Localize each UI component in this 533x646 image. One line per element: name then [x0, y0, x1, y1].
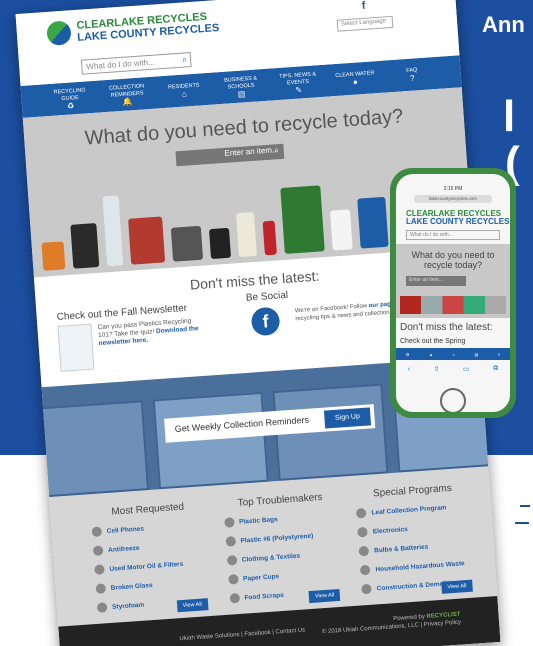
building-icon[interactable]: ▤: [475, 352, 479, 357]
troublemakers-list: Top Troublemakers Plastic Bags Plastic #…: [223, 491, 345, 615]
list-item[interactable]: Bulbs & Batteries: [358, 538, 474, 557]
tabs-icon[interactable]: ⧉: [493, 365, 498, 373]
leaf-icon: [356, 507, 367, 519]
special-programs-list: Special Programs Leaf Collection Program…: [355, 482, 477, 606]
nav-item-residents[interactable]: RESIDENTS ⌂: [162, 82, 207, 99]
search-icon[interactable]: ⌕: [182, 54, 188, 65]
clothing-icon: [226, 555, 238, 566]
phone-browser-toolbar: ‹ ⇧ ▭ ⧉: [396, 362, 510, 376]
troublemakers-title: Top Troublemakers: [237, 491, 323, 509]
construction-icon: [361, 583, 373, 595]
electronics-icon: [357, 526, 369, 538]
bell-icon[interactable]: ▲: [429, 352, 433, 357]
footer-powered: Powered by: [393, 614, 426, 623]
view-all-button[interactable]: View All: [308, 588, 341, 604]
site-logo[interactable]: CLEARLAKE RECYCLES LAKE COUNTY RECYCLES: [46, 10, 220, 46]
most-requested-list: Most Requested Cell Phones Antifreeze Us…: [90, 500, 212, 624]
list-item[interactable]: Antifreeze: [92, 538, 208, 557]
divider: [515, 522, 529, 524]
recycle-icon: ♻: [66, 100, 75, 111]
recycle-icon[interactable]: ♻: [406, 352, 410, 357]
list-item[interactable]: Used Motor Oil & Filters: [94, 557, 209, 575]
phone-mockup: 2:16 PM lakecountyrecycles.com CLEARLAKE…: [390, 168, 516, 418]
phone-hero: What do you need to recycle today? Enter…: [396, 244, 510, 318]
phone-url-bar[interactable]: lakecountyrecycles.com: [414, 195, 492, 203]
food-scraps-icon: [229, 592, 240, 604]
bookmarks-icon[interactable]: ▭: [463, 365, 470, 373]
nav-item-faq[interactable]: FAQ?: [390, 66, 435, 83]
battery-icon: [358, 545, 370, 557]
phone-home-button[interactable]: [440, 388, 466, 412]
list-item[interactable]: Household Hazardous Waste: [360, 557, 475, 576]
hazard-icon: [360, 564, 371, 576]
footer-links[interactable]: Ukiah Waste Solutions | Facebook | Conta…: [179, 627, 305, 642]
share-icon[interactable]: ⇧: [434, 365, 440, 373]
facebook-icon[interactable]: f: [250, 306, 281, 337]
view-all-button[interactable]: View All: [176, 598, 209, 613]
plastic-bag-icon: [223, 517, 235, 528]
lightbulb-icon: ✎: [294, 84, 303, 95]
nav-item-tips-news[interactable]: TIPS, NEWS & EVENTS ✎: [275, 71, 320, 95]
view-all-button[interactable]: View All: [440, 579, 473, 594]
polystyrene-icon: [225, 536, 236, 547]
list-item[interactable]: Plastic Bags: [223, 510, 339, 528]
right-header-text: Ann: [482, 12, 525, 37]
most-requested-title: Most Requested: [111, 501, 185, 518]
phone-item-input[interactable]: Enter an item...: [406, 276, 466, 286]
building-icon: ▤: [237, 88, 246, 99]
divider: [520, 505, 530, 507]
question-icon: ?: [409, 73, 415, 83]
search-input[interactable]: What do I do with... ⌕: [80, 52, 192, 75]
footer-copyright: © 2018 Ukiah Communications, LLC | Priva…: [321, 619, 462, 636]
newsletter-thumbnail[interactable]: [57, 323, 95, 372]
nav-item-clean-water[interactable]: CLEAN WATER ●: [333, 70, 378, 87]
back-icon[interactable]: ‹: [408, 366, 410, 373]
recyclist-logo[interactable]: RECYCLIST: [426, 612, 460, 620]
screenshot-stage: Ann l ( CLEARLAKE RECYCLES LAKE COUNTY R…: [0, 0, 533, 646]
list-item[interactable]: Plastic #6 (Polystyrene): [225, 529, 340, 547]
nav-item-collection-reminders[interactable]: COLLECTION REMINDERS 🔔: [104, 83, 149, 107]
list-item[interactable]: Paper Cups: [227, 567, 343, 585]
special-programs-title: Special Programs: [372, 482, 453, 500]
list-item[interactable]: Leaf Collection Program: [356, 501, 471, 519]
list-item[interactable]: Clothing & Textiles: [226, 548, 341, 566]
phone-site-logo[interactable]: CLEARLAKE RECYCLES LAKE COUNTY RECYCLES: [406, 210, 509, 226]
menu-icon[interactable]: ≡: [498, 352, 500, 357]
cell-phone-icon: [91, 526, 103, 538]
phone-hero-image: [400, 296, 506, 314]
antifreeze-icon: [92, 545, 104, 557]
list-item[interactable]: Cell Phones: [91, 519, 206, 538]
nav-item-business-schools[interactable]: BUSINESS & SCHOOLS ▤: [218, 75, 263, 99]
phone-hero-title: What do you need to recycle today?: [411, 250, 495, 270]
sign-up-button[interactable]: Sign Up: [323, 407, 372, 429]
phone-newsletter-title: Check out the Spring: [400, 338, 466, 345]
reminders-cta-text: Get Weekly Collection Reminders: [174, 414, 310, 435]
styrofoam-icon: [96, 602, 108, 613]
phone-nav: ♻ ▲ ⌂ ▤ ≡: [396, 348, 510, 360]
search-icon[interactable]: ⌕: [274, 145, 279, 155]
facebook-icon[interactable]: f: [361, 0, 366, 12]
motor-oil-icon: [94, 564, 105, 575]
phone-latest-title: Don't miss the latest:: [400, 322, 493, 333]
nav-item-recycling-guide[interactable]: RECYCLING GUIDE ♻: [47, 87, 92, 111]
home-icon[interactable]: ⌂: [453, 352, 455, 357]
item-search-input[interactable]: Enter an item... ⌕: [175, 143, 285, 167]
list-item[interactable]: Broken Glass: [95, 576, 210, 594]
phone-search-input[interactable]: What do I do with...: [406, 230, 500, 240]
paper-cup-icon: [227, 574, 239, 585]
language-select[interactable]: Select Language: [336, 15, 394, 32]
list-item[interactable]: Electronics: [357, 520, 473, 538]
right-big-text-1: l: [503, 92, 516, 141]
newsletter-block: Check out the Fall Newsletter Can you pa…: [56, 302, 208, 372]
glass-icon: [95, 583, 107, 594]
logo-mark-icon: [46, 20, 72, 46]
